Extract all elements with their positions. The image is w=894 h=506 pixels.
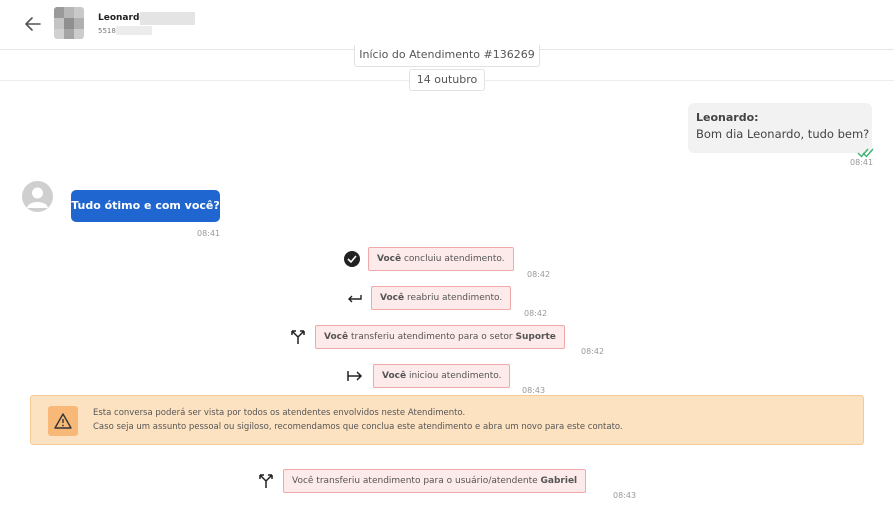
incoming-message[interactable]: Tudo ótimo e com você? xyxy=(71,190,220,222)
message-time: 08:41 xyxy=(850,158,874,167)
event-time: 08:42 xyxy=(527,270,551,279)
contact-phone: 5518 xyxy=(98,27,116,35)
message-text: Bom dia Leonardo, tudo bem? xyxy=(696,127,870,141)
date-separator: 14 outubro xyxy=(409,69,485,91)
event-target: Suporte xyxy=(515,332,556,342)
transfer-icon xyxy=(257,472,275,490)
event-actor: Você xyxy=(324,332,349,342)
event-text: transferiu atendimento para o setor xyxy=(348,332,516,342)
event-time: 08:43 xyxy=(522,386,546,395)
check-circle-icon xyxy=(343,250,361,268)
event-actor: Você xyxy=(380,293,405,303)
transfer-icon xyxy=(289,328,307,346)
system-event: Você transferiu atendimento para o setor… xyxy=(315,325,565,349)
double-check-icon xyxy=(857,144,877,158)
event-text: Você transferiu atendimento para o usuár… xyxy=(292,476,541,486)
warning-line-2: Caso seja um assunto pessoal ou sigiloso… xyxy=(93,422,623,432)
system-event: Você concluiu atendimento. xyxy=(368,247,514,271)
chat-header: Leonardo 5518 xyxy=(0,0,894,50)
event-text: iniciou atendimento. xyxy=(406,371,502,381)
event-target: Gabriel xyxy=(540,476,578,486)
event-text: reabriu atendimento. xyxy=(404,293,503,303)
system-event: Você iniciou atendimento. xyxy=(373,364,511,388)
warning-line-1: Esta conversa poderá ser vista por todos… xyxy=(93,408,466,418)
system-event: Você reabriu atendimento. xyxy=(371,286,512,310)
session-start-label: Início do Atendimento #136269 xyxy=(354,45,540,67)
system-event: Você transferiu atendimento para o usuár… xyxy=(283,469,587,493)
back-arrow-icon[interactable] xyxy=(22,12,44,36)
outgoing-message[interactable]: Leonardo: Bom dia Leonardo, tudo bem? xyxy=(688,103,872,153)
user-avatar-icon xyxy=(22,181,53,212)
warning-icon xyxy=(48,406,78,436)
contact-name: Leonardo xyxy=(98,13,146,23)
event-time: 08:42 xyxy=(581,347,605,356)
redacted-phone xyxy=(116,26,152,35)
message-time: 08:41 xyxy=(197,229,221,238)
contact-avatar[interactable] xyxy=(54,7,84,39)
event-actor: Você xyxy=(382,371,407,381)
redacted-name xyxy=(140,12,195,25)
privacy-warning: Esta conversa poderá ser vista por todos… xyxy=(30,395,864,445)
event-text: concluiu atendimento. xyxy=(401,254,505,264)
return-arrow-icon xyxy=(346,289,364,307)
event-time: 08:43 xyxy=(613,491,637,500)
event-actor: Você xyxy=(377,254,402,264)
start-arrow-icon xyxy=(346,367,364,385)
message-sender: Leonardo: xyxy=(696,111,759,124)
event-time: 08:42 xyxy=(524,309,548,318)
